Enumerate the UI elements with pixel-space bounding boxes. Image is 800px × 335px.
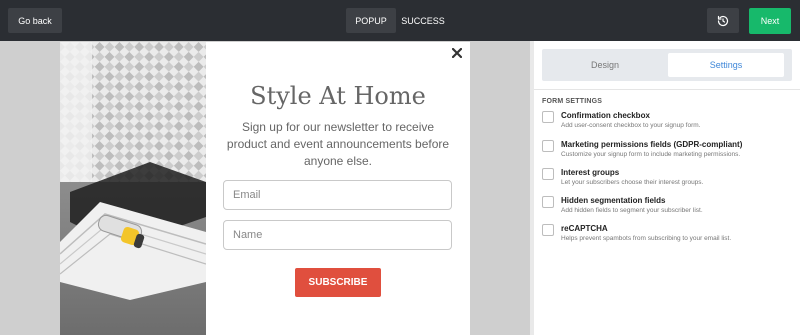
option-label: reCAPTCHA [561,224,608,233]
name-input[interactable]: Name [223,220,452,250]
checkbox[interactable] [542,140,554,152]
option-label: Hidden segmentation fields [561,196,666,205]
tab-popup[interactable]: POPUP [346,8,396,33]
checkbox[interactable] [542,224,554,236]
option-description: Add user-consent checkbox to your signup… [561,122,701,129]
history-icon [717,15,729,26]
divider [534,89,800,90]
next-button[interactable]: Next [749,8,791,34]
settings-panel [530,41,800,335]
panel-divider [530,41,534,335]
option-label: Marketing permissions fields (GDPR-compl… [561,140,743,149]
email-input[interactable]: Email [223,180,452,210]
option-label: Interest groups [561,168,620,177]
checkbox[interactable] [542,111,554,123]
subscribe-button[interactable]: SUBSCRIBE [295,268,381,297]
option-label: Confirmation checkbox [561,111,650,120]
history-button[interactable] [707,8,739,33]
tab-success[interactable]: SUCCESS [398,8,448,33]
checkbox[interactable] [542,196,554,208]
option-description: Let your subscribers choose their intere… [561,179,704,186]
tab-settings[interactable]: Settings [668,53,784,77]
option-description: Customize your signup form to include ma… [561,151,741,158]
option-description: Add hidden fields to segment your subscr… [561,207,703,214]
option-description: Helps prevent spambots from subscribing … [561,235,732,242]
popup-headline: Style At Home [250,82,426,110]
form-settings-heading: FORM SETTINGS [542,98,603,105]
popup-subtext: Sign up for our newsletter to receive pr… [226,120,450,168]
go-back-button[interactable]: Go back [8,8,62,33]
checkbox[interactable] [542,168,554,180]
close-icon[interactable] [452,48,462,58]
tab-design[interactable]: Design [546,53,664,77]
popup-photo [60,42,206,335]
